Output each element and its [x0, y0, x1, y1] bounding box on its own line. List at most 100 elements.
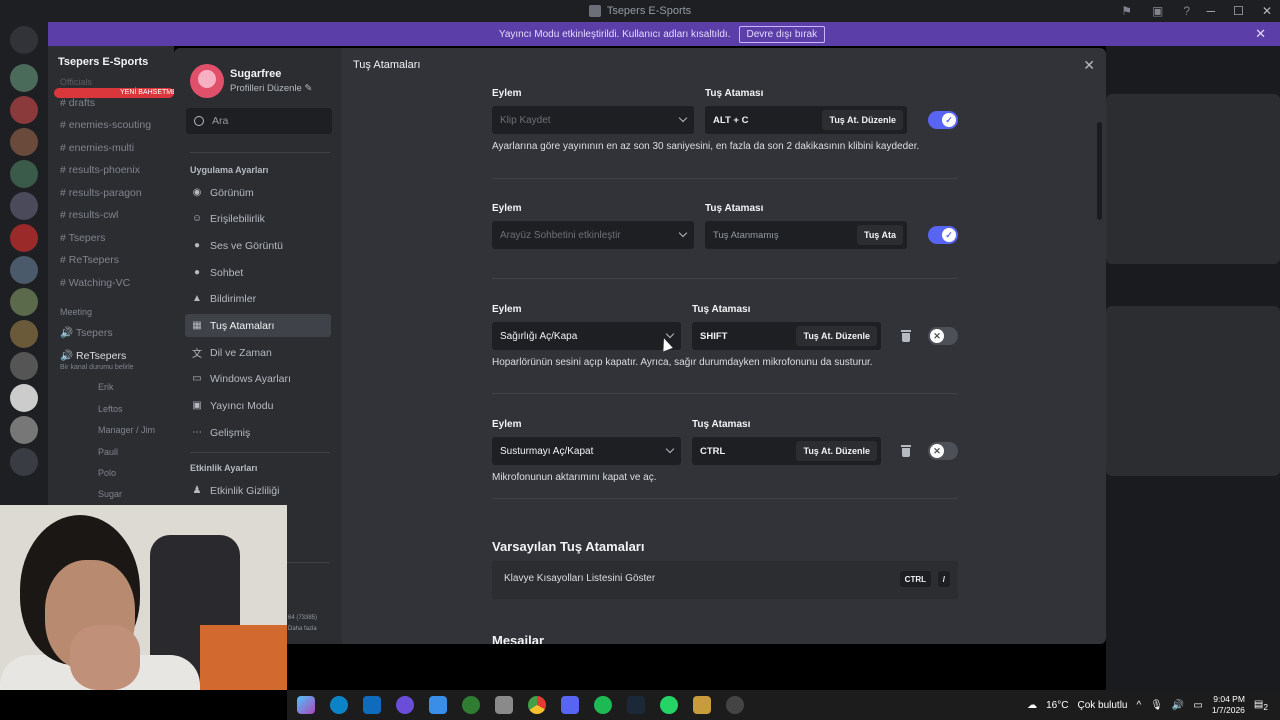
shield-icon[interactable]	[495, 696, 513, 714]
nav-appearance[interactable]: ◉ Görünüm	[185, 181, 331, 204]
voice-status[interactable]: Bir kanal durumu belirle	[60, 364, 134, 371]
channel-item[interactable]: # ReTsepers	[60, 254, 119, 266]
scrollbar[interactable]	[1097, 122, 1102, 220]
edit-keybind-button[interactable]: Tuş At. Düzenle	[822, 110, 903, 130]
volume-icon[interactable]: 🔊	[1172, 700, 1184, 711]
league-icon[interactable]	[693, 696, 711, 714]
channel-item[interactable]: # Tsepers	[60, 232, 105, 244]
channel-item[interactable]: # enemies-multi	[60, 142, 134, 154]
nav-chat[interactable]: ● Sohbet	[185, 261, 331, 284]
nav-activity-privacy[interactable]: ♟ Etkinlik Gizliliği	[185, 479, 331, 502]
keybind-toggle[interactable]: ✕	[928, 327, 958, 345]
spotify-icon[interactable]	[594, 696, 612, 714]
minimize-button[interactable]: ─	[1207, 4, 1216, 18]
disable-streamer-button[interactable]: Devre dışı bırak	[738, 25, 826, 43]
settings-search-input[interactable]: Ara	[186, 108, 332, 134]
whatsapp-icon[interactable]	[660, 696, 678, 714]
nav-streamer-mode[interactable]: ▣ Yayıncı Modu	[185, 394, 331, 417]
voice-member[interactable]: Sugar	[98, 489, 122, 499]
discord-icon[interactable]	[561, 696, 579, 714]
assign-keybind-button[interactable]: Tuş Ata	[856, 225, 903, 245]
server-name[interactable]: Tsepers E-Sports	[58, 56, 148, 68]
network-icon[interactable]: ▭	[1193, 700, 1202, 711]
server-icon[interactable]	[10, 352, 38, 380]
inbox-icon[interactable]: ⚑	[1121, 4, 1132, 18]
channel-item[interactable]: # enemies-scouting	[60, 119, 151, 131]
help-icon[interactable]: ?	[1183, 4, 1190, 18]
channel-item[interactable]: # drafts	[60, 97, 95, 109]
action-dropdown[interactable]: Sağırlığı Aç/Kapa	[492, 322, 681, 350]
outlook-icon[interactable]	[363, 696, 381, 714]
voice-channel[interactable]: 🔊 ReTsepers	[60, 349, 126, 362]
trash-icon[interactable]	[901, 330, 911, 342]
voice-member[interactable]: Erik	[98, 382, 114, 392]
nav-windows-settings[interactable]: ▭ Windows Ayarları	[185, 367, 331, 390]
trash-icon[interactable]	[901, 445, 911, 457]
server-icon[interactable]	[10, 160, 38, 188]
server-icon[interactable]	[10, 96, 38, 124]
channel-item[interactable]: # results-phoenix	[60, 164, 140, 176]
keybind-recorder[interactable]: ALT + C Tuş At. Düzenle	[705, 106, 907, 134]
keybind-toggle[interactable]: ✓	[928, 226, 958, 244]
edit-keybind-button[interactable]: Tuş At. Düzenle	[796, 326, 877, 346]
server-icon[interactable]	[10, 256, 38, 284]
server-icon[interactable]	[10, 384, 38, 412]
steam-icon[interactable]	[627, 696, 645, 714]
chevron-up-icon[interactable]: ^	[1137, 700, 1142, 711]
copilot-icon[interactable]	[297, 696, 315, 714]
channel-item[interactable]: # results-paragon	[60, 187, 142, 199]
keybind-recorder[interactable]: CTRL Tuş At. Düzenle	[692, 437, 881, 465]
store-icon[interactable]	[429, 696, 447, 714]
server-icon[interactable]	[10, 224, 38, 252]
voice-member[interactable]: Manager / Jim	[98, 425, 155, 435]
edge-icon[interactable]	[330, 696, 348, 714]
nav-voice-video[interactable]: ● Ses ve Görüntü	[185, 234, 331, 257]
utorrent-icon[interactable]	[462, 696, 480, 714]
weather-temp[interactable]: 16°C	[1046, 700, 1068, 711]
keybind-toggle[interactable]: ✓	[928, 111, 958, 129]
clock[interactable]: 9:04 PM 1/7/2026	[1212, 694, 1245, 716]
nav-language-time[interactable]: 文 Dil ve Zaman	[185, 341, 331, 364]
category-meeting[interactable]: Meeting	[60, 307, 92, 317]
voice-member[interactable]: Paull	[98, 447, 118, 457]
nav-advanced[interactable]: ⋯ Gelişmiş	[185, 421, 331, 444]
profile-card[interactable]: Sugarfree Profilleri Düzenle ✎	[190, 64, 312, 98]
keybind-toggle[interactable]: ✕	[928, 442, 958, 460]
settings-gear-icon[interactable]	[726, 696, 744, 714]
server-icon[interactable]	[10, 128, 38, 156]
channel-item[interactable]: # results-cwl	[60, 209, 118, 221]
server-icon[interactable]	[10, 320, 38, 348]
server-icon[interactable]	[10, 448, 38, 476]
voice-channel[interactable]: 🔊 Tsepers	[60, 326, 113, 339]
notification-icon[interactable]: ▤2	[1254, 699, 1268, 712]
server-icon[interactable]	[10, 416, 38, 444]
banner-close-icon[interactable]: ✕	[1255, 26, 1266, 42]
action-dropdown[interactable]: Arayüz Sohbetini etkinleştir	[492, 221, 694, 249]
nav-notifications[interactable]: ▲ Bildirimler	[185, 287, 331, 310]
keybind-recorder[interactable]: Tuş Atanmamış Tuş Ata	[705, 221, 907, 249]
close-icon[interactable]: ✕	[1083, 57, 1095, 74]
nav-keybinds[interactable]: ▦ Tuş Atamaları	[185, 314, 331, 337]
voice-member[interactable]: Leftos	[98, 404, 123, 414]
screen-icon[interactable]: ▣	[1152, 4, 1163, 18]
edit-keybind-button[interactable]: Tuş At. Düzenle	[796, 441, 877, 461]
keybind-recorder[interactable]: SHIFT Tuş At. Düzenle	[692, 322, 881, 350]
nav-accessibility[interactable]: ☺ Erişilebilirlik	[185, 207, 331, 230]
voice-member[interactable]: Polo	[98, 468, 116, 478]
microphone-tray-icon[interactable]: 🎙	[1150, 700, 1163, 711]
server-icon[interactable]	[10, 192, 38, 220]
teams-icon[interactable]	[396, 696, 414, 714]
action-dropdown[interactable]: Klip Kaydet	[492, 106, 694, 134]
more-link[interactable]: Daha fazla	[288, 626, 317, 632]
action-dropdown[interactable]: Susturmayı Aç/Kapat	[492, 437, 681, 465]
weather-text[interactable]: Çok bulutlu	[1077, 700, 1127, 711]
discord-home-icon[interactable]	[10, 26, 38, 54]
edit-profiles-link[interactable]: Profilleri Düzenle ✎	[230, 83, 312, 94]
close-window-button[interactable]: ✕	[1262, 4, 1272, 18]
channel-item[interactable]: # Watching-VC	[60, 277, 130, 289]
maximize-button[interactable]: ☐	[1233, 4, 1244, 18]
server-icon[interactable]	[10, 288, 38, 316]
chrome-icon[interactable]	[528, 696, 546, 714]
server-icon[interactable]	[10, 64, 38, 92]
category-officials[interactable]: Officials	[60, 77, 92, 87]
